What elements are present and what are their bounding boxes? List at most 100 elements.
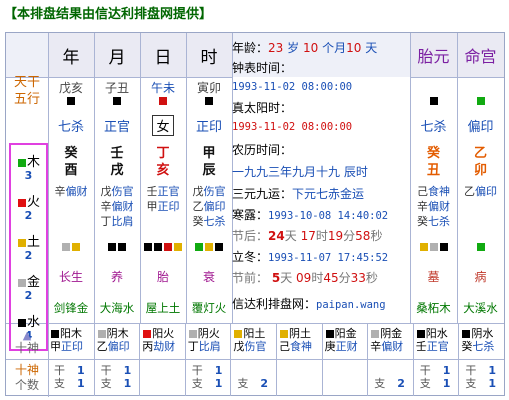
hidden-god: 正印: [157, 199, 180, 213]
count-cell-1: 干1支1: [93, 360, 140, 396]
ten-god-2: 阳火 丙劫财: [139, 324, 185, 359]
gan-label: 干: [191, 364, 203, 377]
pillar-taiyuan-nayin: 桑柘木: [416, 301, 451, 315]
zhi-label: 支: [237, 377, 249, 390]
god-name: 食神: [290, 340, 312, 353]
row-label-ganzhi: 天干 五行: [6, 71, 48, 111]
gan-count: 1: [123, 364, 132, 377]
element-square-icon: [429, 97, 438, 105]
pillar-hour-top-god: 正印: [186, 113, 232, 137]
element-square-icon: [429, 243, 438, 251]
pillar-year-ganzhi: 戊亥: [58, 80, 83, 95]
header-year: 年: [48, 33, 94, 77]
count-cell-5: [276, 360, 322, 396]
hidden-stem: 甲: [146, 199, 158, 213]
ten-god-8: 阳水 壬正官: [412, 324, 459, 359]
wuxing-count: 2: [24, 289, 33, 302]
stem-name: 丙: [142, 340, 154, 353]
pillar-minggong-stem: 乙: [473, 146, 487, 160]
wuxing-2: 土2: [11, 231, 46, 262]
pillar-minggong-top-god: 偏印: [457, 113, 504, 137]
zhi-count: 1: [77, 377, 85, 390]
pillar-day-ganzhi: 午未: [150, 80, 175, 95]
element-square-icon: [195, 243, 203, 251]
element-square-icon: [144, 243, 152, 251]
gan-count: 1: [488, 364, 497, 377]
zhi-count: 1: [488, 377, 497, 390]
pillar-month-hidden-0: 戊伤官: [94, 183, 140, 198]
hidden-stem: 己: [417, 184, 428, 198]
header-taiyuan: 胎元: [410, 33, 457, 77]
wuxing-count: 2: [24, 209, 33, 222]
row-label-wuxing: 五行: [13, 92, 40, 107]
ten-god-0: 阳木 甲正印: [48, 324, 94, 359]
info-lunar-value: 一九九三年九月十九 辰时: [232, 165, 368, 179]
pillar-hour-hidden-2: 癸七杀: [186, 213, 232, 228]
hidden-stem: 癸: [192, 214, 204, 228]
element-square-icon: [234, 330, 243, 338]
hidden-stem: 丁: [100, 214, 112, 228]
hidden-god: 七杀: [428, 214, 450, 228]
info-hanlu: 寒露：1993-10-08 14:40:02: [232, 208, 389, 222]
ten-god-9: 阴水 癸七杀: [458, 324, 504, 359]
element-name: 阳金: [334, 327, 357, 340]
element-square-icon: [97, 330, 106, 338]
count-cell-4: 支2: [230, 360, 276, 396]
ten-god-1: 阴木 乙偏印: [93, 324, 140, 359]
element-square-icon: [72, 243, 80, 251]
ten-god-6: 阳金 庚正财: [321, 324, 368, 359]
wuxing-name: 土: [26, 235, 40, 250]
pillar-taiyuan-top-god: 七杀: [410, 113, 457, 137]
element-square-icon: [159, 97, 167, 105]
top-god-label: 偏印: [467, 119, 494, 135]
hidden-god: 七杀: [203, 214, 226, 228]
element-square-icon: [215, 243, 223, 251]
hidden-god: 偏财: [428, 199, 450, 213]
element-square-icon: [118, 243, 126, 251]
pillar-hour-marker: [186, 95, 232, 107]
pillar-year-stem: 癸: [64, 146, 78, 160]
wuxing-count: 2: [24, 249, 33, 262]
god-name: 正印: [61, 340, 83, 353]
pillar-minggong-hidden-0: 乙偏印: [457, 183, 504, 198]
hidden-stem: 戊: [100, 184, 112, 198]
stem-name: 辛: [370, 340, 382, 353]
god-name: 正官: [426, 340, 449, 353]
element-square-icon: [108, 243, 116, 251]
element-square-icon: [476, 243, 485, 251]
element-square-icon: [188, 330, 197, 338]
element-name: 阴火: [197, 327, 220, 340]
gan-label: 干: [419, 364, 431, 377]
count-cell-2: [139, 360, 185, 396]
wuxing-1: 火2: [11, 191, 46, 222]
pillar-month-elements: [94, 240, 140, 254]
info-clock-label: 钟表时间：: [232, 61, 293, 75]
element-square-icon: [154, 243, 162, 251]
element-name: 阴水: [471, 327, 494, 340]
hidden-stem: 戊: [192, 184, 204, 198]
top-god-label: 女: [152, 114, 174, 136]
element-name: 阳木: [60, 327, 82, 340]
element-square-icon: [205, 97, 213, 105]
pillar-day-top-god: 女: [140, 113, 186, 137]
count-cell-3: 干1支1: [184, 360, 231, 396]
element-name: 阳火: [152, 327, 175, 340]
element-square-icon: [17, 158, 26, 167]
pillar-minggong-branch: 卯: [473, 163, 487, 177]
pillar-day-stage: 胎: [156, 269, 169, 284]
top-god-label: 正官: [103, 119, 130, 135]
hidden-god: 食神: [428, 184, 450, 198]
element-square-icon: [143, 330, 152, 338]
pillar-taiyuan-stage: 墓: [427, 269, 440, 284]
zhi-label: 支: [54, 377, 65, 390]
pillar-hour-stage: 衰: [202, 269, 215, 284]
pillar-year-marker: [48, 95, 94, 107]
pillar-taiyuan-hidden-0: 己食神: [410, 183, 457, 198]
info-solar-value: 1993-11-02 08:00:00: [232, 121, 353, 133]
hidden-stem: 乙: [192, 199, 204, 213]
element-name: 阳水: [425, 327, 448, 340]
ten-god-7: 阴金 辛偏财: [367, 324, 413, 359]
stem-name: 壬: [415, 340, 427, 353]
pillar-day-hidden-1: 甲正印: [140, 198, 186, 213]
pillar-month-top-god: 正官: [94, 113, 140, 137]
